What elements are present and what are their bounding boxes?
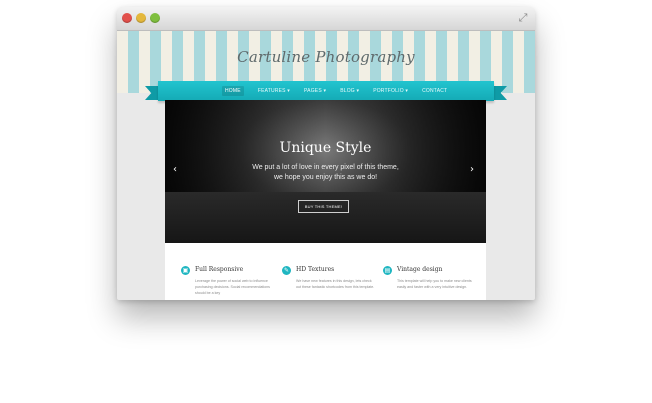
nav-item-home[interactable]: HOME <box>222 86 244 96</box>
responsive-icon: ▣ <box>181 266 190 275</box>
feature-title: Vintage design <box>397 266 443 273</box>
feature-text: This template will help you to make new … <box>397 279 472 290</box>
feature-text: We have new features in this design, let… <box>296 279 375 290</box>
slide-text: We put a lot of love in every pixel of t… <box>165 163 486 183</box>
book-icon: ▤ <box>383 266 392 275</box>
hero-slider: Unique Style We put a lot of love in eve… <box>165 100 486 243</box>
slider-prev-icon[interactable]: ‹ <box>173 164 177 175</box>
slide-text-line-2: we hope you enjoy this as we do! <box>273 174 378 181</box>
slide-title: Unique Style <box>279 140 372 156</box>
window-titlebar: ⤢ <box>117 7 535 31</box>
buy-theme-button[interactable]: BUY THIS THEME! <box>298 200 349 213</box>
features-section: ▣ Full Responsive Leverage the power of … <box>165 243 486 300</box>
nav-item-blog[interactable]: BLOG ▾ <box>340 88 359 94</box>
nav-item-pages[interactable]: PAGES ▾ <box>304 88 326 94</box>
nav-item-contact[interactable]: CONTACT <box>422 88 447 94</box>
feature-title: HD Textures <box>296 266 335 273</box>
main-navigation: HOME FEATURES ▾ PAGES ▾ BLOG ▾ PORTFOLIO… <box>158 81 494 101</box>
pencil-icon: ✎ <box>282 266 291 275</box>
slider-next-icon[interactable]: › <box>470 164 474 175</box>
close-window-button[interactable] <box>122 13 132 23</box>
slide-text-line-1: We put a lot of love in every pixel of t… <box>252 164 399 171</box>
feature-text: Leverage the power of social web to infl… <box>195 279 270 296</box>
fullscreen-icon[interactable]: ⤢ <box>517 12 529 24</box>
zoom-window-button[interactable] <box>150 13 160 23</box>
browser-window: ⤢ Cartuline Photography HOME FEATURES ▾ … <box>117 7 535 300</box>
feature-title: Full Responsive <box>195 266 244 273</box>
site-logo[interactable]: Cartuline Photography <box>117 48 535 66</box>
nav-item-features[interactable]: FEATURES ▾ <box>258 88 290 94</box>
minimize-window-button[interactable] <box>136 13 146 23</box>
nav-item-portfolio[interactable]: PORTFOLIO ▾ <box>373 88 408 94</box>
